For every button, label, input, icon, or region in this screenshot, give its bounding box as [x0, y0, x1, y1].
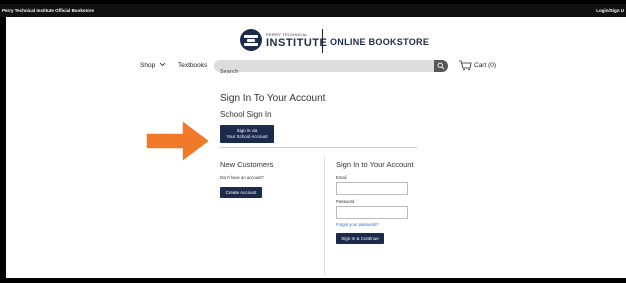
- search-icon: [437, 62, 445, 70]
- institution-name: INSTITUTE: [266, 37, 328, 49]
- institute-logo-icon: [240, 29, 262, 51]
- nav-textbooks[interactable]: Textbooks: [178, 62, 207, 69]
- column-divider: [324, 157, 325, 275]
- no-account-prompt: Don't have an account?: [220, 175, 264, 180]
- nav-shop-label: Shop: [140, 62, 156, 69]
- top-announcement-bar: Perry Technical Institute Official Books…: [0, 4, 626, 17]
- cart-icon: [459, 60, 472, 71]
- email-field[interactable]: [336, 182, 408, 195]
- password-label: Password: [336, 199, 355, 204]
- school-signin-heading: School Sign In: [220, 110, 272, 119]
- orange-arrow-annotation: [145, 118, 212, 164]
- email-label: Email: [336, 175, 347, 180]
- create-account-button[interactable]: Create Account: [220, 187, 262, 198]
- search-bar: [214, 60, 434, 78]
- search-button[interactable]: [434, 60, 448, 72]
- page-title: Sign In To Your Account: [220, 93, 326, 104]
- cart-label: Cart (0): [474, 62, 497, 69]
- store-title: ONLINE BOOKSTORE: [330, 37, 430, 47]
- nav-shop[interactable]: Shop: [140, 62, 166, 69]
- school-sso-button[interactable]: Sign in via Your School Account: [220, 125, 274, 143]
- chevron-down-icon: [159, 62, 166, 67]
- sso-line-2: Your School Account: [226, 134, 268, 139]
- account-signin-title: Sign In to Your Account: [336, 160, 414, 169]
- login-signup-link[interactable]: Login/Sign U: [596, 4, 624, 17]
- signin-continue-button[interactable]: Sign In & Continue: [336, 233, 384, 244]
- store-official-label: Perry Technical Institute Official Books…: [2, 8, 94, 13]
- bookstore-page: PERRY TECHNICAL INSTITUTE ONLINE BOOKSTO…: [6, 17, 626, 278]
- password-field[interactable]: [336, 206, 408, 219]
- new-customers-title: New Customers: [220, 160, 274, 169]
- forgot-password-link[interactable]: Forgot your password?: [336, 222, 379, 227]
- site-logo[interactable]: PERRY TECHNICAL INSTITUTE ONLINE BOOKSTO…: [240, 27, 430, 57]
- section-divider: [220, 147, 417, 148]
- search-input[interactable]: [214, 66, 420, 78]
- logo-divider: [322, 29, 323, 53]
